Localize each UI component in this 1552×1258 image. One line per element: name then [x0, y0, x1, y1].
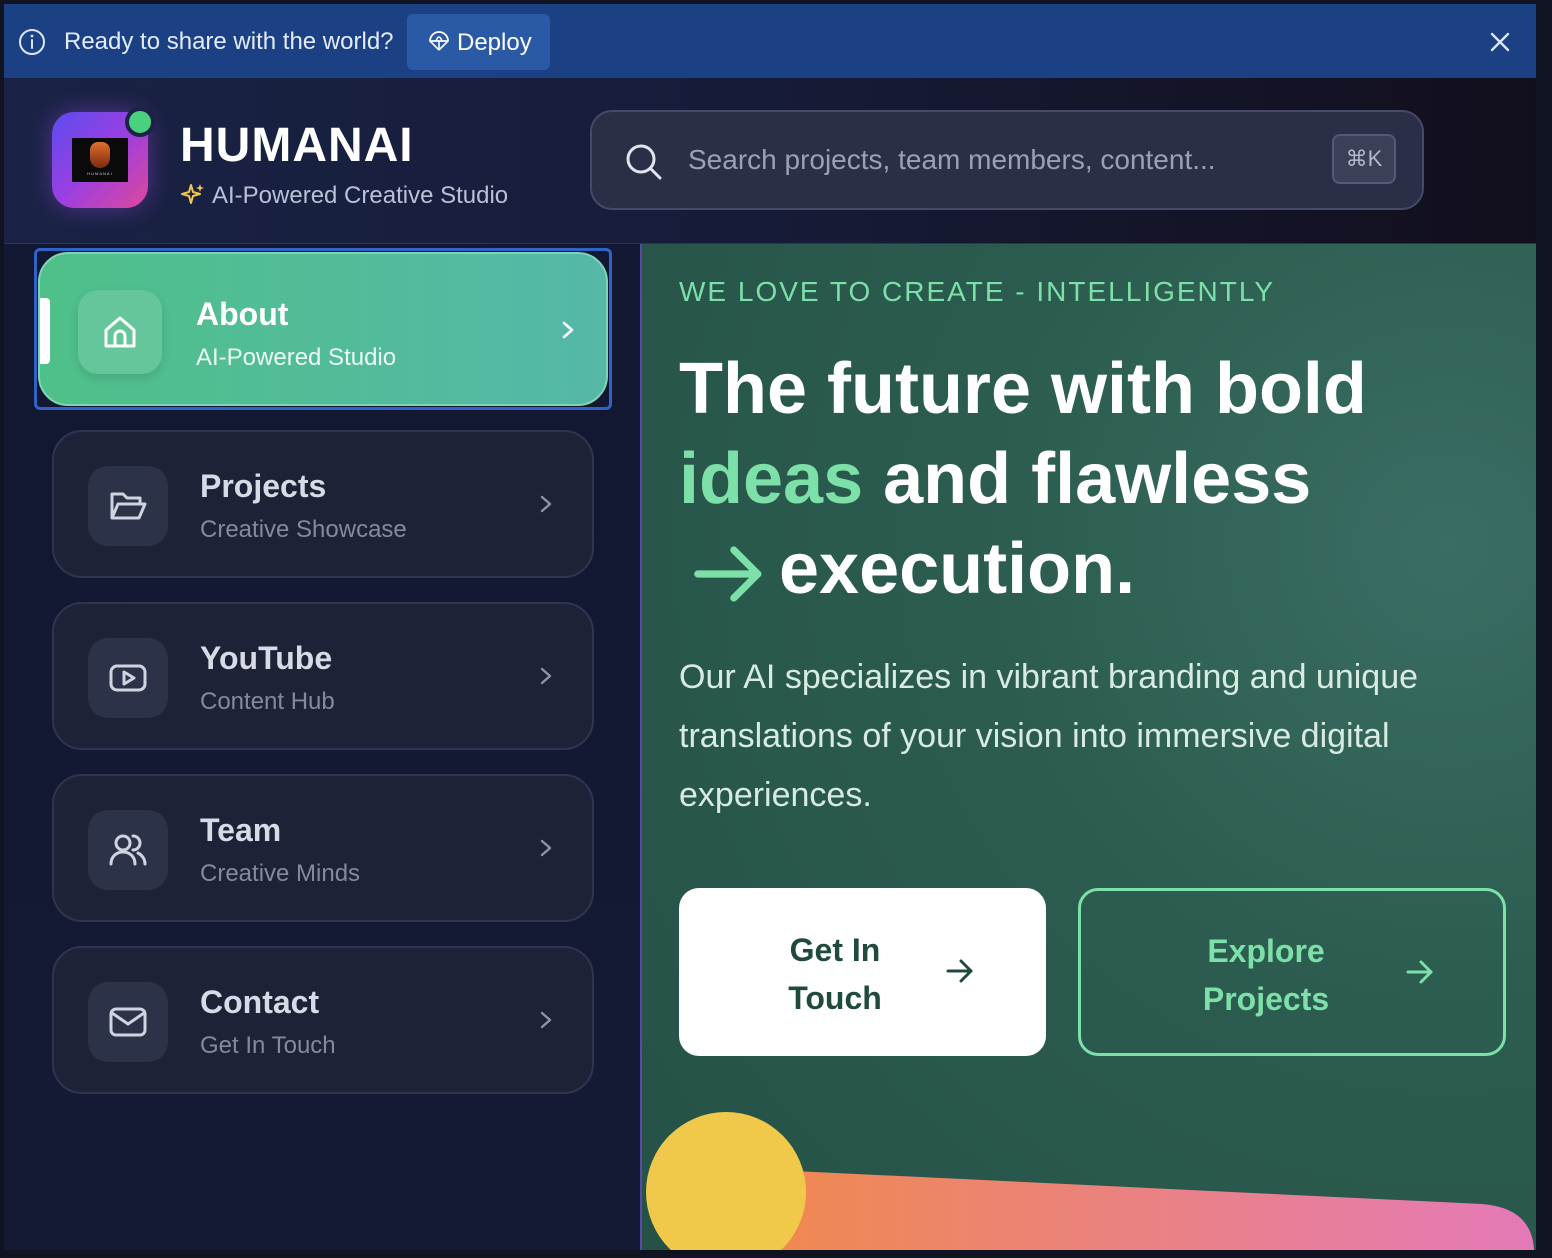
headline-line-3: execution. — [779, 529, 1136, 609]
sidebar-item-subtitle: Get In Touch — [200, 1032, 336, 1059]
deploy-button[interactable]: Deploy — [407, 14, 550, 70]
logo-image: HUMANAI — [72, 138, 128, 182]
sidebar-item-title: Team — [200, 812, 282, 848]
sidebar-item-contact[interactable]: Contact Get In Touch — [52, 946, 594, 1094]
close-icon[interactable] — [1486, 28, 1514, 56]
headline-line-2: and flawless — [883, 439, 1312, 519]
sidebar-item-title: Contact — [200, 984, 320, 1020]
sidebar-item-title: About — [196, 296, 289, 332]
nav-icon-container — [88, 638, 168, 718]
nav-icon-container — [88, 982, 168, 1062]
sidebar-nav: About AI-Powered Studio Projects Creativ… — [4, 244, 640, 1250]
nav-icon-container — [78, 290, 162, 374]
logo-caption: HUMANAI — [87, 171, 113, 176]
arrow-right-icon — [946, 959, 973, 983]
hero-section: WE LOVE TO CREATE - INTELLIGENTLY The fu… — [640, 244, 1536, 1250]
banner-message: Ready to share with the world? — [64, 28, 394, 55]
chevron-right-icon — [540, 1011, 552, 1029]
sidebar-item-subtitle: Creative Minds — [200, 860, 361, 887]
arrow-right-icon — [694, 546, 762, 602]
sidebar-item-title: YouTube — [200, 640, 333, 676]
sidebar-item-subtitle: Content Hub — [200, 688, 335, 715]
sidebar-item-title: Projects — [200, 468, 327, 504]
parachute-icon — [429, 31, 449, 51]
search-bar[interactable]: ⌘K — [590, 110, 1424, 210]
decorative-shapes — [646, 1112, 1534, 1250]
brand-tagline: AI-Powered Creative Studio — [212, 182, 509, 209]
button-label: Explore Projects — [1202, 933, 1330, 1017]
chevron-right-icon — [540, 667, 552, 685]
keyboard-shortcut-badge: ⌘K — [1332, 134, 1396, 184]
search-input[interactable] — [688, 140, 1308, 180]
sparkle-icon — [181, 184, 204, 204]
get-in-touch-button[interactable]: Get In Touch — [679, 888, 1046, 1056]
chevron-right-icon — [540, 839, 552, 857]
video-play-icon — [109, 664, 147, 692]
brand-title: HUMANAI — [180, 119, 414, 172]
hero-headline: The future with bold ideas and flawless … — [679, 344, 1519, 614]
deploy-label: Deploy — [457, 29, 532, 56]
deploy-banner: Ready to share with the world? Deploy — [4, 4, 1536, 78]
home-icon — [104, 316, 136, 348]
face-mark — [90, 142, 110, 168]
headline-accent: ideas — [679, 439, 864, 519]
users-icon — [109, 834, 147, 866]
chevron-right-icon — [562, 321, 574, 339]
arrow-right-icon — [1406, 960, 1433, 984]
sidebar-item-youtube[interactable]: YouTube Content Hub — [52, 602, 594, 750]
sidebar-item-projects[interactable]: Projects Creative Showcase — [52, 430, 594, 578]
active-indicator — [40, 298, 50, 364]
sidebar-item-team[interactable]: Team Creative Minds — [52, 774, 594, 922]
nav-icon-container — [88, 466, 168, 546]
mail-icon — [109, 1007, 147, 1037]
folder-open-icon — [110, 492, 147, 520]
headline-line-1: The future with bold — [679, 349, 1367, 429]
button-label: Get In Touch — [788, 932, 882, 1016]
hero-description: Our AI specializes in vibrant branding a… — [679, 658, 1419, 814]
sidebar-item-subtitle: AI-Powered Studio — [196, 344, 397, 371]
app-header: HUMANAI HUMANAI AI-Powered Creative Stud… — [4, 78, 1536, 244]
chevron-right-icon — [540, 495, 552, 513]
online-status-dot — [125, 107, 155, 137]
explore-projects-button[interactable]: Explore Projects — [1078, 888, 1506, 1056]
sidebar-item-subtitle: Creative Showcase — [200, 516, 407, 543]
info-icon — [19, 29, 45, 55]
search-icon — [626, 144, 662, 180]
hero-eyebrow: WE LOVE TO CREATE - INTELLIGENTLY — [679, 276, 1276, 307]
app-window: Ready to share with the world? Deploy HU… — [4, 4, 1536, 1250]
sidebar-item-about[interactable]: About AI-Powered Studio — [38, 252, 608, 406]
nav-icon-container — [88, 810, 168, 890]
